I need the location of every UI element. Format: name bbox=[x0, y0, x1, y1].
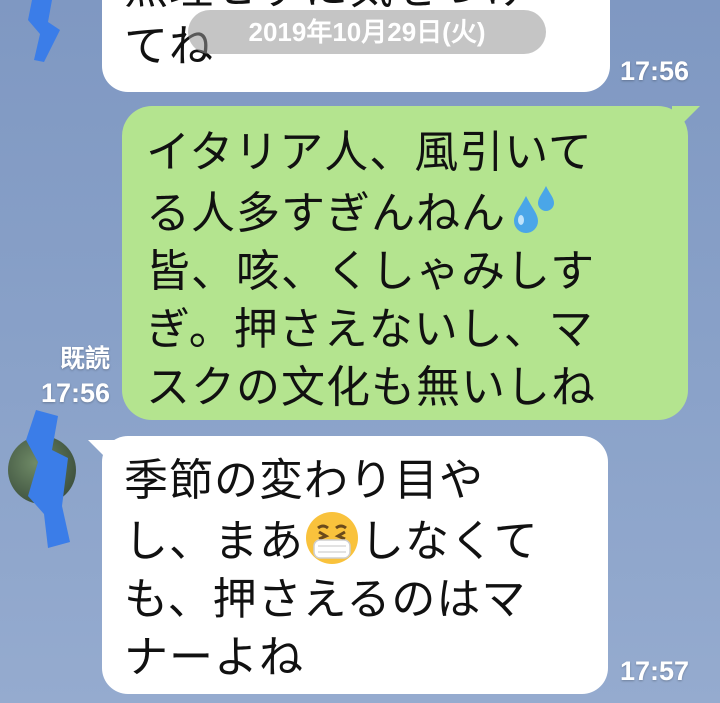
message-text-line: ナーよね bbox=[124, 632, 304, 683]
message-text-line: スクの文化も無いしね bbox=[146, 362, 596, 413]
message-text-line: る人多すぎんねん bbox=[146, 188, 506, 239]
message-text-line: も、押さえるのはマ bbox=[124, 574, 527, 625]
message-text-line: 季節の変わり目や bbox=[124, 455, 484, 506]
date-separator: 2019年10月29日(火) bbox=[188, 10, 546, 54]
sweat-drops-icon bbox=[514, 186, 554, 233]
message-text-line: ぎ。押さえないし、マ bbox=[146, 304, 594, 355]
message-text-line: イタリア人、風引いて bbox=[146, 127, 593, 178]
redaction-scribble bbox=[28, 0, 60, 62]
message-text-line: しなくて bbox=[360, 516, 539, 567]
message-timestamp: 17:57 bbox=[620, 656, 690, 686]
read-status-label: 既読 bbox=[59, 344, 110, 373]
message-timestamp: 17:56 bbox=[40, 378, 110, 408]
message-timestamp: 17:56 bbox=[620, 56, 690, 86]
redaction-scribble bbox=[26, 410, 70, 548]
message-bubble-outgoing: イタリア人、風引いて る人多すぎんねん 皆、咳、くしゃみしす ぎ。押さえないし、… bbox=[122, 106, 688, 420]
read-receipt: 既読 17:56 bbox=[28, 342, 110, 410]
message-text-line: 皆、咳、くしゃみしす bbox=[146, 246, 596, 297]
message-bubble-incoming: 季節の変わり目や し、まあ しなくて も、押さえるのはマ ナーよね bbox=[102, 436, 608, 694]
mask-face-icon bbox=[306, 512, 358, 564]
message-text-line: し、まあ bbox=[124, 516, 304, 567]
